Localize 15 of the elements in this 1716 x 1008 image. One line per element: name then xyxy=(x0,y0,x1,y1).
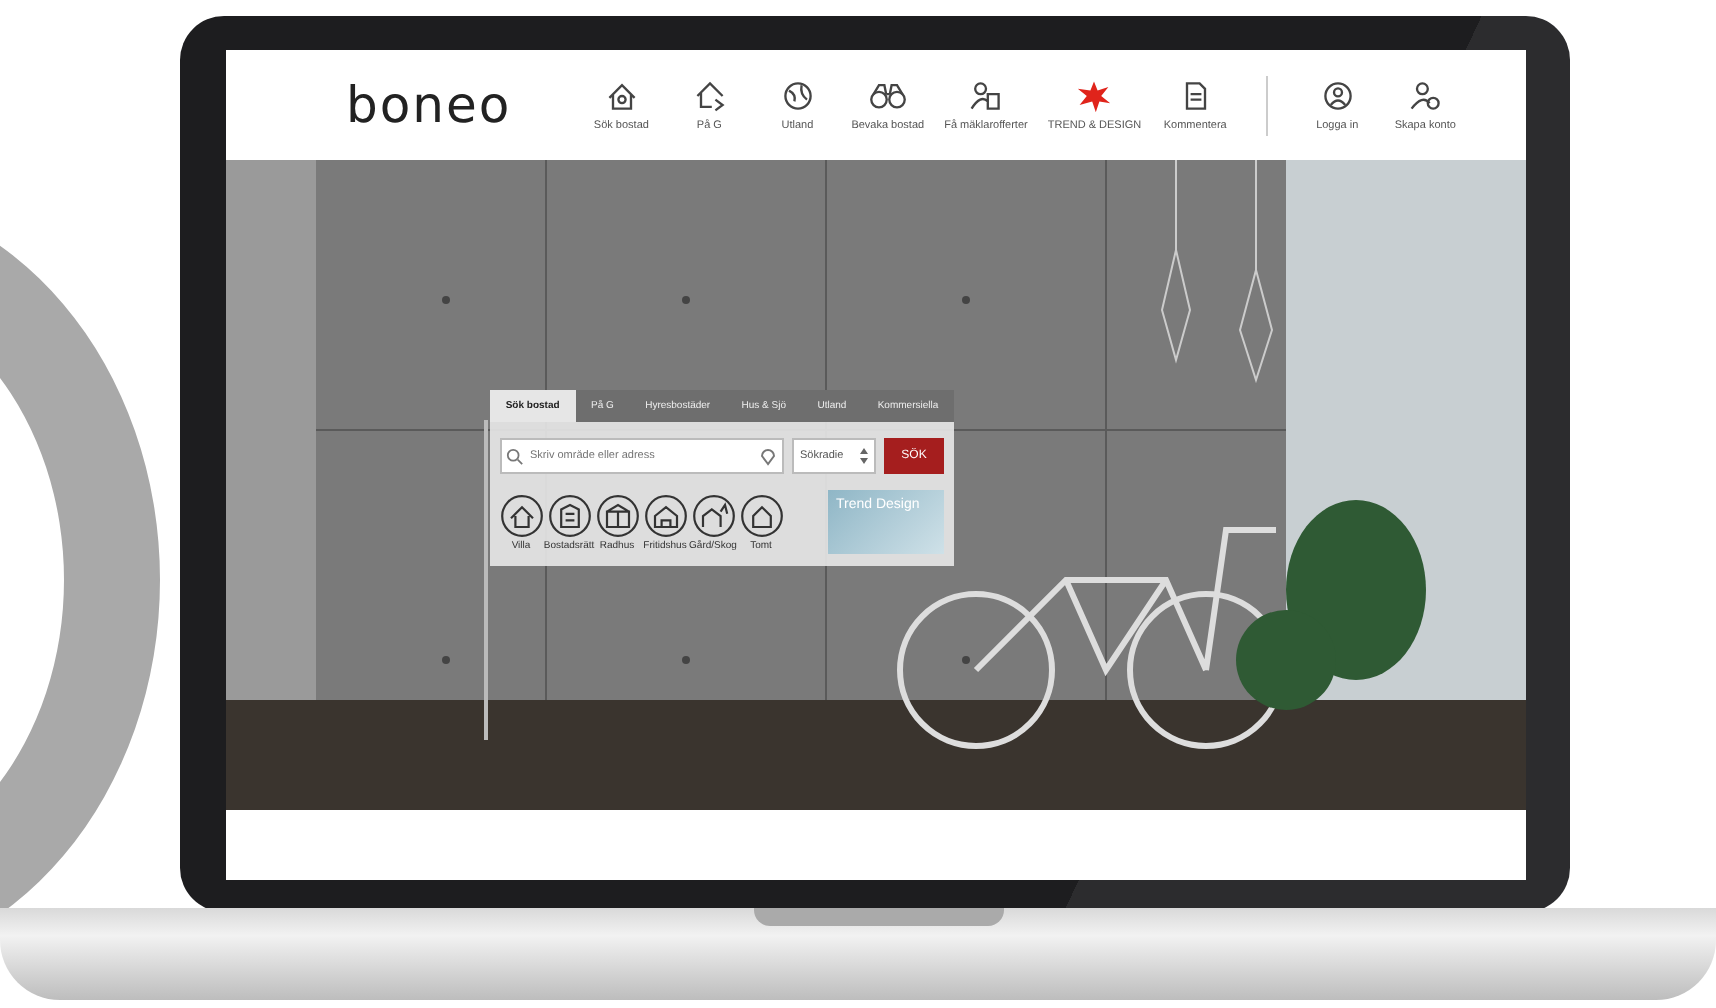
binoculars-icon xyxy=(869,78,906,114)
person-document-icon xyxy=(967,78,1004,114)
house-icon[interactable] xyxy=(499,493,543,537)
person-circle-icon xyxy=(1319,78,1356,114)
location-pin-icon[interactable] xyxy=(760,446,776,466)
house-icon xyxy=(603,78,640,114)
search-icon xyxy=(506,447,524,465)
house-arrow-icon xyxy=(691,78,728,114)
row-house-icon[interactable] xyxy=(595,493,639,537)
cottage-icon[interactable] xyxy=(643,493,687,537)
globe-icon xyxy=(779,78,816,114)
apartment-icon[interactable] xyxy=(547,493,591,537)
stepper-icon xyxy=(860,448,868,464)
plot-icon[interactable] xyxy=(739,493,783,537)
boneo-logo[interactable]: boneo xyxy=(346,76,512,134)
